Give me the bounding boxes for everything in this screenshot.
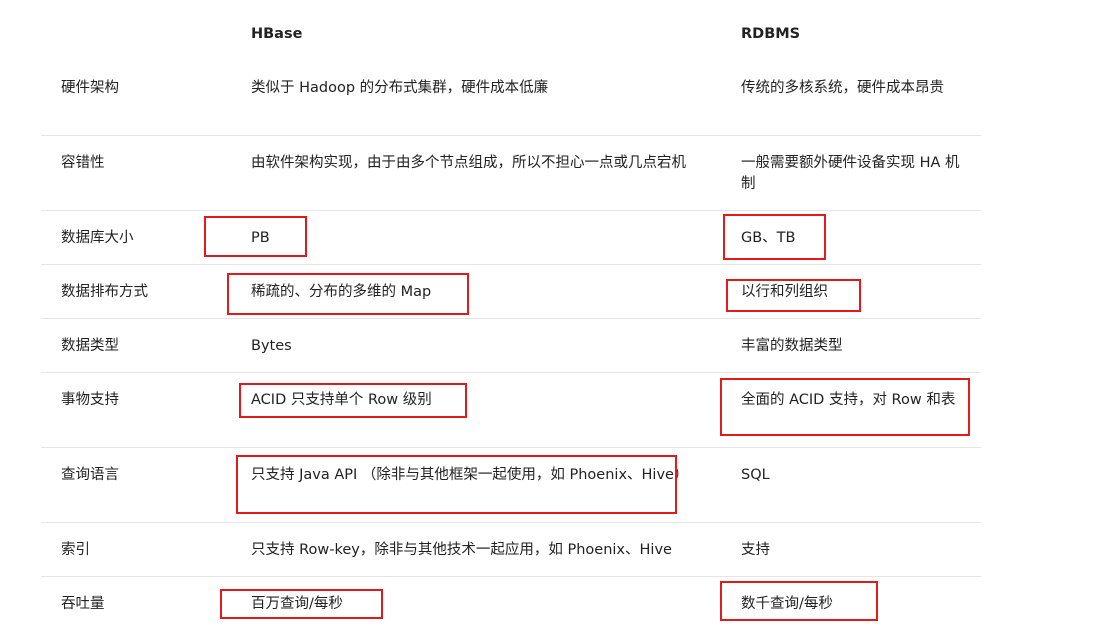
table-row-fault-tolerance: 容错性 由软件架构实现，由于由多个节点组成，所以不担心一点或几点宕机 一般需要额… <box>41 136 981 211</box>
highlight-box-pb <box>204 216 307 257</box>
table-row-hardware: 硬件架构 类似于 Hadoop 的分布式集群，硬件成本低廉 传统的多核系统，硬件… <box>41 60 981 136</box>
rdbms-cell: SQL <box>741 467 770 483</box>
row-label: 事物支持 <box>61 392 119 408</box>
header-hbase: HBase <box>251 26 303 42</box>
hbase-cell: Bytes <box>251 338 292 354</box>
hbase-cell: 由软件架构实现，由于由多个节点组成，所以不担心一点或几点宕机 <box>251 155 686 171</box>
highlight-box-map <box>227 273 469 315</box>
highlight-box-java-api <box>236 455 677 514</box>
rdbms-cell: 一般需要额外硬件设备实现 HA 机制 <box>741 155 960 192</box>
row-label: 查询语言 <box>61 467 119 483</box>
table-row-db-size: 数据库大小 PB GB、TB <box>41 211 981 265</box>
hbase-cell: 类似于 Hadoop 的分布式集群，硬件成本低廉 <box>251 80 549 96</box>
rdbms-cell: 支持 <box>741 542 770 558</box>
row-label: 硬件架构 <box>61 80 119 96</box>
row-label: 吞吐量 <box>61 596 105 612</box>
header-rdbms: RDBMS <box>741 26 801 42</box>
hbase-cell: 只支持 Row-key，除非与其他技术一起应用，如 Phoenix、Hive <box>251 542 672 558</box>
table-row-index: 索引 只支持 Row-key，除非与其他技术一起应用，如 Phoenix、Hiv… <box>41 523 981 577</box>
row-label: 数据排布方式 <box>61 284 148 300</box>
row-label: 容错性 <box>61 155 105 171</box>
highlight-box-thousand-qps <box>720 581 878 621</box>
highlight-box-acid-full <box>720 378 970 436</box>
hbase-cell: PB <box>251 230 270 246</box>
row-label: 数据类型 <box>61 338 119 354</box>
highlight-box-million-qps <box>220 589 383 619</box>
rdbms-cell: 传统的多核系统，硬件成本昂贵 <box>741 80 944 96</box>
highlight-box-gb-tb <box>723 214 826 260</box>
highlight-box-row-col <box>726 279 861 312</box>
rdbms-cell: 丰富的数据类型 <box>741 338 843 354</box>
table-row-data-type: 数据类型 Bytes 丰富的数据类型 <box>41 319 981 373</box>
highlight-box-acid-row <box>239 383 467 418</box>
row-label: 索引 <box>61 542 90 558</box>
